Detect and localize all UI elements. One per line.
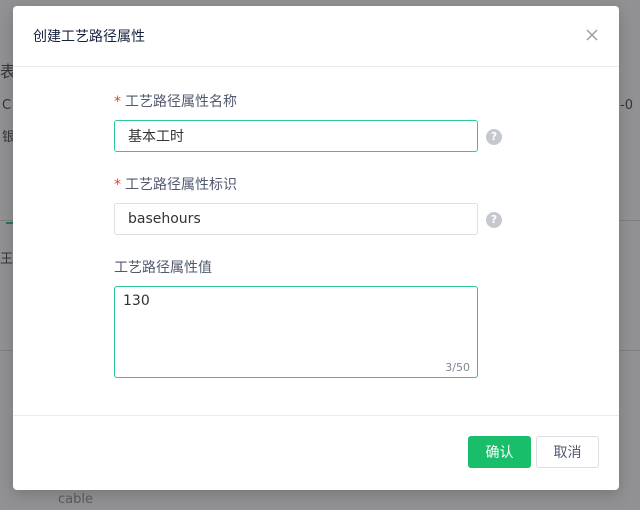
required-mark: * — [114, 94, 121, 110]
close-icon[interactable] — [583, 26, 601, 44]
attribute-value-wrapper: 130 3/50 — [114, 286, 478, 378]
field-label-text: 工艺路径属性名称 — [125, 94, 237, 110]
form-item-value: 工艺路径属性值 130 3/50 — [114, 260, 478, 378]
field-label-value: 工艺路径属性值 — [114, 260, 478, 276]
field-label-name: * 工艺路径属性名称 — [114, 94, 478, 110]
field-label-text: 工艺路径属性值 — [114, 260, 212, 276]
dialog-title: 创建工艺路径属性 — [33, 29, 145, 45]
field-label-identifier: * 工艺路径属性标识 — [114, 177, 478, 193]
field-label-text: 工艺路径属性标识 — [125, 177, 237, 193]
required-mark: * — [114, 177, 121, 193]
form-item-identifier: *工艺路径属性标识 ? — [114, 177, 502, 235]
help-icon[interactable]: ? — [486, 212, 502, 228]
help-icon[interactable]: ? — [486, 129, 502, 145]
attribute-name-input[interactable] — [114, 120, 478, 152]
create-attribute-dialog: 创建工艺路径属性 *工艺路径属性名称 ? *工艺路径属性标识 ? 工艺 — [13, 6, 619, 490]
dialog-header: 创建工艺路径属性 — [13, 6, 619, 67]
form-item-name: *工艺路径属性名称 ? — [114, 94, 502, 152]
cancel-button[interactable]: 取消 — [536, 436, 599, 468]
word-count: 3/50 — [445, 361, 470, 374]
confirm-button[interactable]: 确认 — [468, 436, 531, 468]
app-page: 表 C 银 王 -0 cable 创建工艺路径属性 *工艺路径属性名称 ? *工… — [0, 0, 640, 510]
attribute-identifier-input[interactable] — [114, 203, 478, 235]
attribute-value-textarea[interactable]: 130 — [114, 286, 478, 378]
dialog-footer: 确认 取消 — [13, 415, 619, 491]
